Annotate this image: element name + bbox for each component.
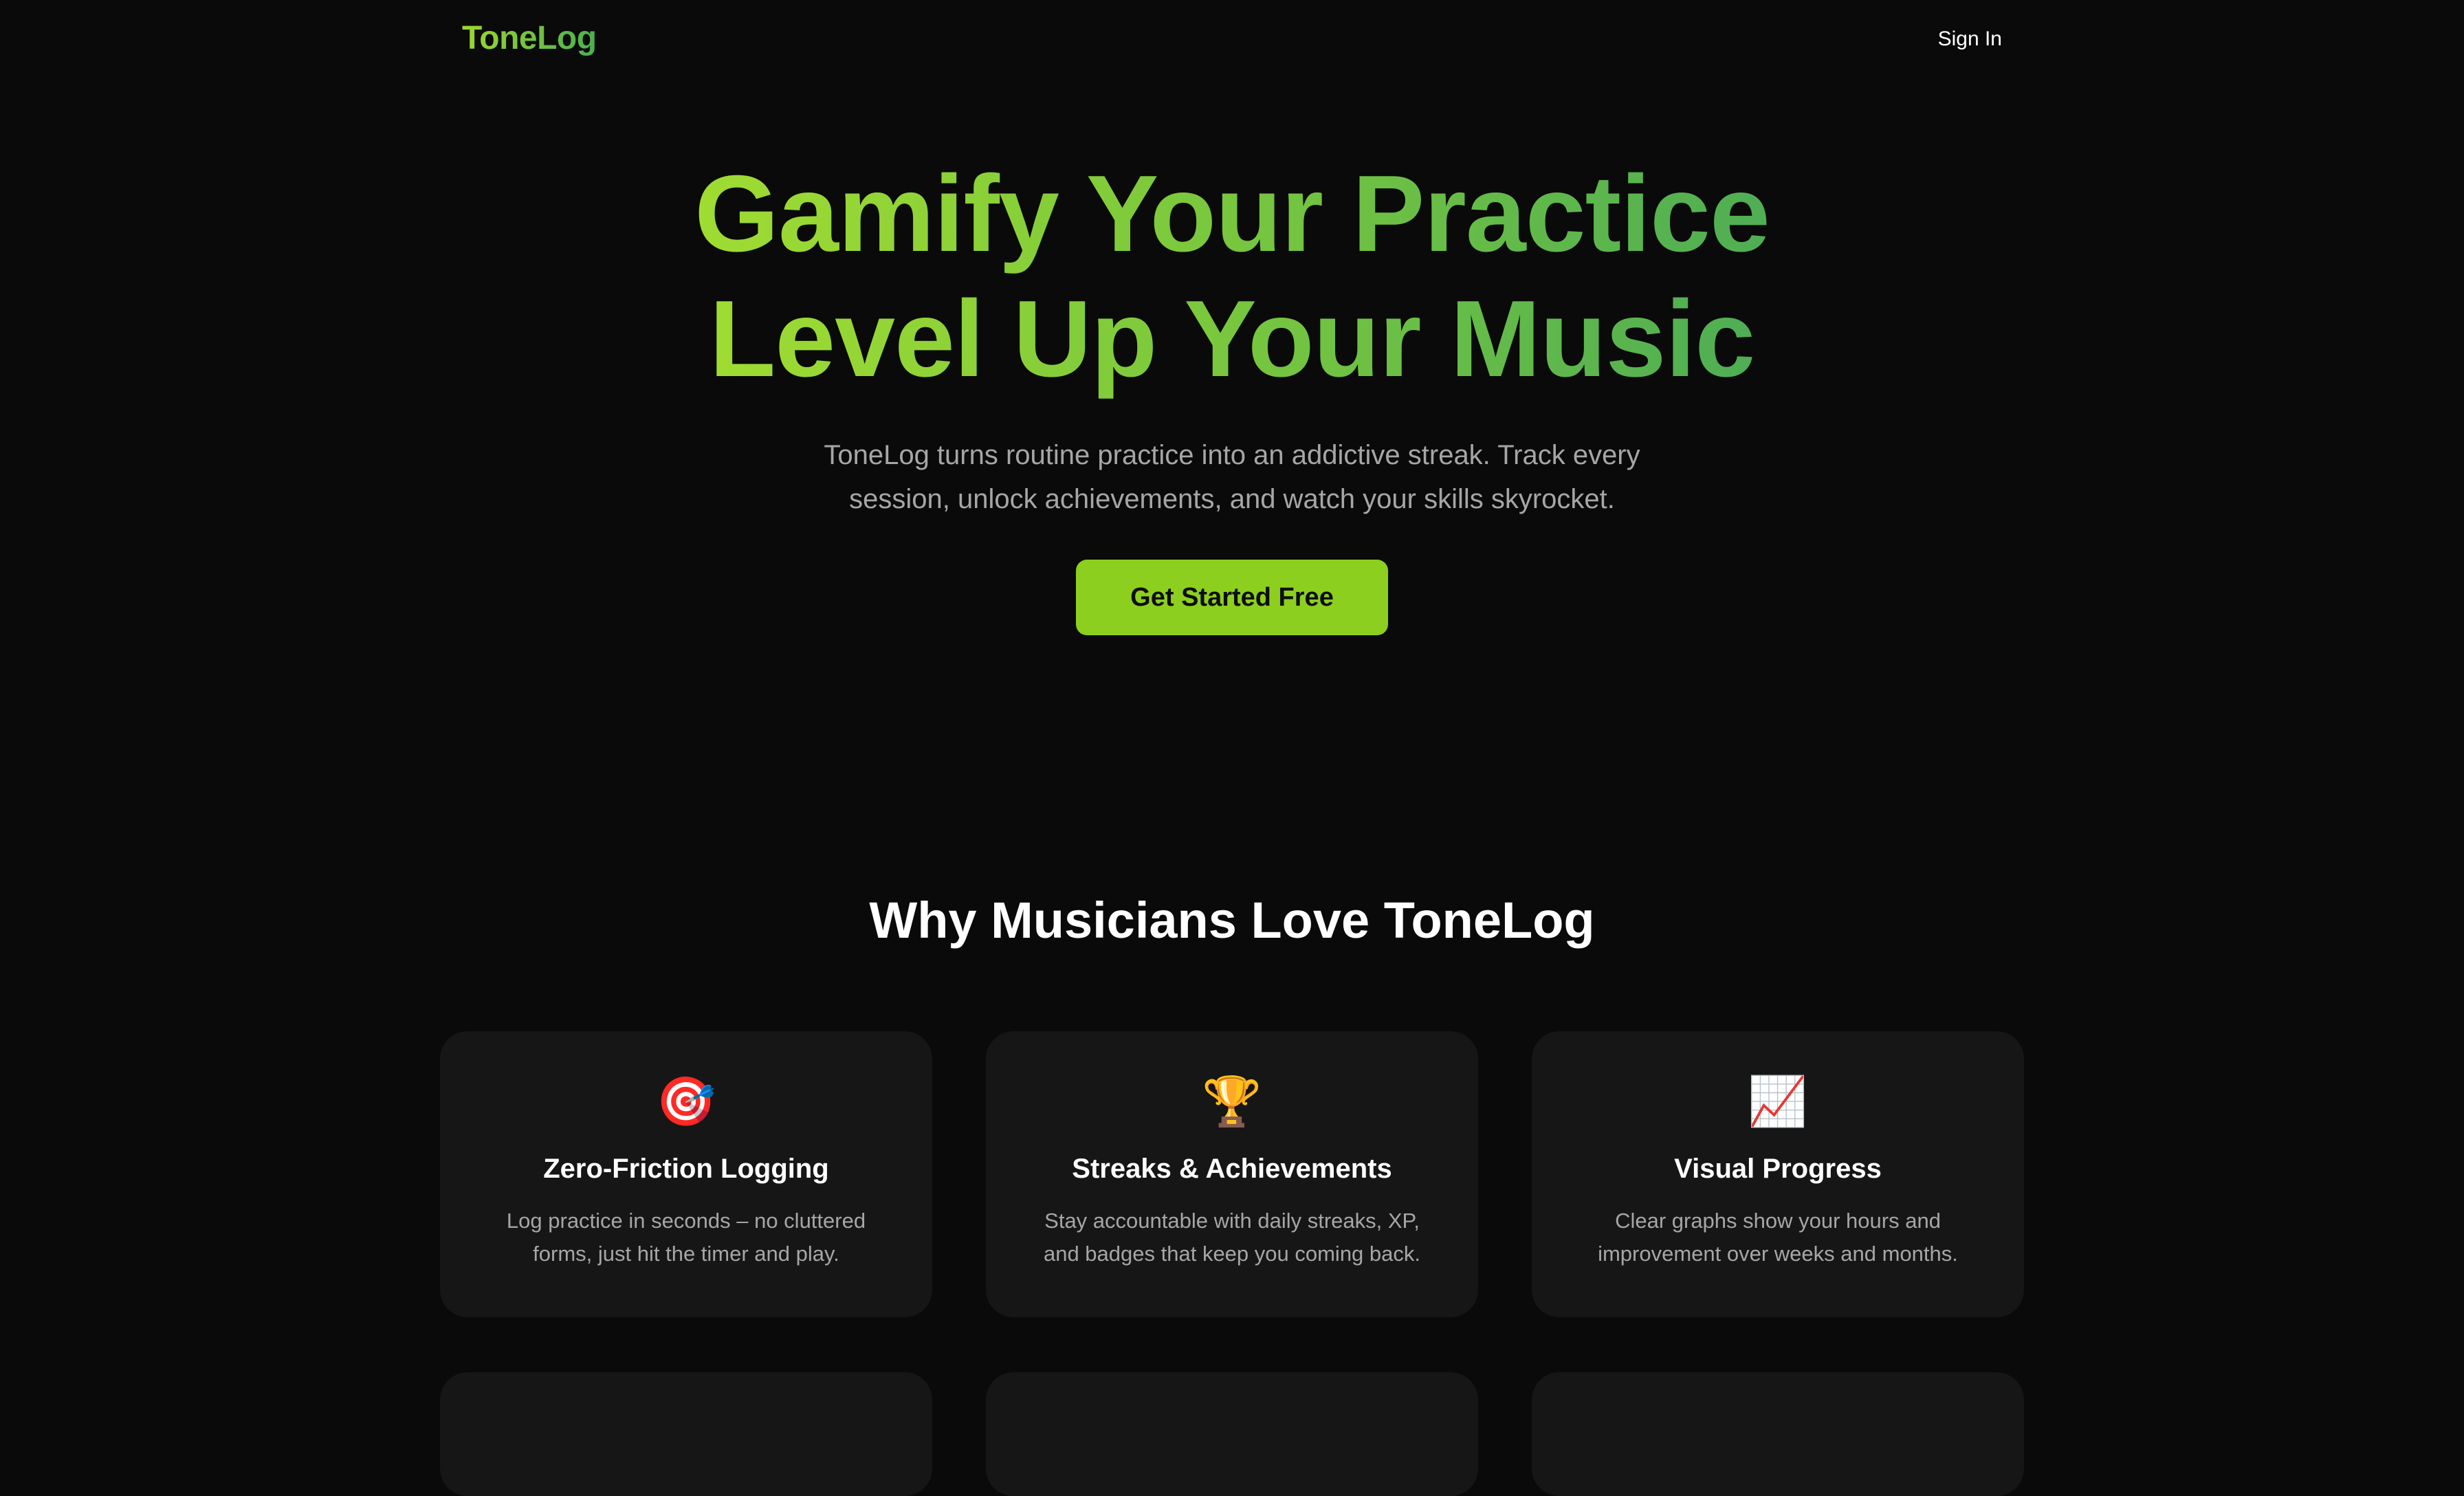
feature-card-partial [986, 1372, 1478, 1496]
chart-increasing-icon: 📈 [1748, 1075, 1808, 1128]
feature-title: Visual Progress [1674, 1154, 1882, 1184]
hero-title: Gamify Your Practice Level Up Your Music [0, 151, 2464, 402]
feature-card-partial [1532, 1372, 2024, 1496]
hero-subtitle: ToneLog turns routine practice into an a… [824, 440, 1640, 514]
logo[interactable]: ToneLog [462, 19, 597, 57]
features-heading: Why Musicians Love ToneLog [869, 892, 1595, 949]
trophy-icon: 🏆 [1202, 1075, 1262, 1128]
sign-in-link[interactable]: Sign In [1938, 28, 2002, 51]
feature-card-visual-progress: 📈 Visual Progress Clear graphs show your… [1532, 1031, 2024, 1317]
feature-description: Stay accountable with daily streaks, XP,… [1043, 1209, 1421, 1266]
hero-title-line-2: Level Up Your Music [710, 276, 1755, 402]
hero-title-line-1: Gamify Your Practice [694, 151, 1770, 276]
target-icon: 🎯 [656, 1075, 716, 1128]
feature-title: Zero-Friction Logging [543, 1154, 829, 1184]
hero-section: Gamify Your Practice Level Up Your Music… [0, 151, 2464, 635]
feature-title: Streaks & Achievements [1072, 1154, 1392, 1184]
feature-card-zero-friction-logging: 🎯 Zero-Friction Logging Log practice in … [440, 1031, 932, 1317]
feature-description: Clear graphs show your hours and improve… [1598, 1209, 1958, 1266]
feature-card-streaks-achievements: 🏆 Streaks & Achievements Stay accountabl… [986, 1031, 1478, 1317]
top-nav: ToneLog Sign In [0, 0, 2464, 82]
get-started-button[interactable]: Get Started Free [1076, 560, 1388, 635]
feature-card-partial [440, 1372, 932, 1496]
feature-description: Log practice in seconds – no cluttered f… [506, 1209, 866, 1266]
